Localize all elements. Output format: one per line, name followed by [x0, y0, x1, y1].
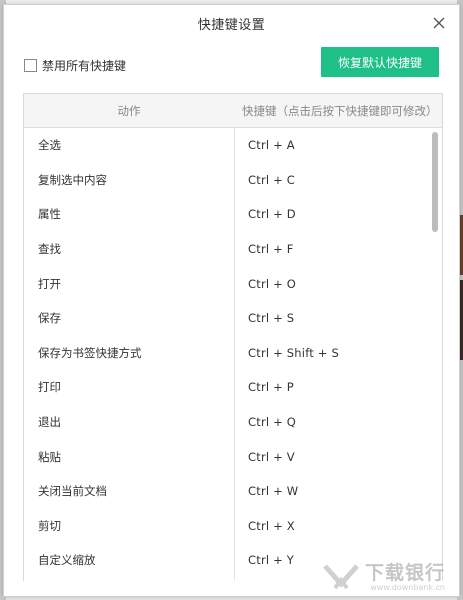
table-row: 保存为书签快捷方式 Ctrl + Shift + S [24, 336, 442, 371]
shortcut-table: 动作 快捷键（点击后按下快捷键即可修改） 全选 Ctrl + A 复制选中内容 … [23, 93, 443, 581]
shortcut-cell[interactable]: Ctrl + Shift + S [234, 346, 442, 360]
watermark-text-en: www.downbank.cn [370, 582, 445, 592]
table-header: 动作 快捷键（点击后按下快捷键即可修改） [24, 94, 442, 128]
action-cell: 复制选中内容 [38, 172, 107, 187]
disable-all-shortcuts-toggle[interactable]: 禁用所有快捷键 [24, 57, 126, 74]
action-cell: 退出 [38, 415, 61, 430]
table-row: 剪切 Ctrl + X [24, 509, 442, 544]
shortcut-cell[interactable]: Ctrl + O [234, 277, 442, 291]
shortcut-cell[interactable]: Ctrl + C [234, 173, 442, 187]
action-cell: 属性 [38, 207, 61, 222]
watermark: 下载银行 www.downbank.cn [321, 562, 445, 592]
shortcut-cell[interactable]: Ctrl + W [234, 484, 442, 498]
header-shortcut: 快捷键（点击后按下快捷键即可修改） [242, 103, 438, 118]
shortcut-cell[interactable]: Ctrl + F [234, 242, 442, 256]
shortcut-cell[interactable]: Ctrl + A [234, 138, 442, 152]
shortcut-cell[interactable]: Ctrl + Q [234, 415, 442, 429]
table-row: 关闭当前文档 Ctrl + W [24, 474, 442, 509]
action-cell: 剪切 [38, 518, 61, 533]
dialog-titlebar: 快捷键设置 [4, 5, 459, 41]
action-cell: 自定义缩放 [38, 553, 96, 568]
table-row: 退出 Ctrl + Q [24, 405, 442, 440]
header-action: 动作 [117, 103, 141, 118]
table-scrollbar[interactable] [432, 132, 438, 232]
shortcut-cell[interactable]: Ctrl + V [234, 450, 442, 464]
shortcut-cell[interactable]: Ctrl + D [234, 207, 442, 221]
shortcut-cell[interactable]: Ctrl + S [234, 311, 442, 325]
disable-all-checkbox[interactable] [24, 59, 37, 72]
disable-all-label: 禁用所有快捷键 [42, 59, 127, 73]
shortcut-cell[interactable]: Ctrl + X [234, 519, 442, 533]
table-row: 保存 Ctrl + S [24, 301, 442, 336]
table-row: 打开 Ctrl + O [24, 266, 442, 301]
action-cell: 关闭当前文档 [38, 484, 107, 499]
shortcut-cell[interactable]: Ctrl + P [234, 380, 442, 394]
shortcut-settings-dialog: 快捷键设置 禁用所有快捷键 恢复默认快捷键 动作 快捷键（点击后按下快捷键即可修… [3, 4, 460, 597]
action-cell: 查找 [38, 242, 61, 257]
close-icon [433, 17, 445, 29]
table-row: 属性 Ctrl + D [24, 197, 442, 232]
dialog-title: 快捷键设置 [197, 17, 266, 33]
action-cell: 全选 [38, 138, 61, 153]
table-row: 粘贴 Ctrl + V [24, 439, 442, 474]
close-button[interactable] [429, 13, 449, 33]
action-cell: 保存 [38, 311, 61, 326]
table-row: 全选 Ctrl + A [24, 128, 442, 163]
action-cell: 保存为书签快捷方式 [38, 345, 142, 360]
restore-defaults-button[interactable]: 恢复默认快捷键 [321, 47, 439, 77]
table-row: 打印 Ctrl + P [24, 370, 442, 405]
dialog-toolbar: 禁用所有快捷键 恢复默认快捷键 [4, 47, 459, 87]
watermark-text-cn: 下载银行 [364, 561, 445, 584]
action-cell: 粘贴 [38, 449, 61, 464]
action-cell: 打印 [38, 380, 61, 395]
table-body: 全选 Ctrl + A 复制选中内容 Ctrl + C 属性 Ctrl + D … [24, 128, 442, 581]
table-row: 复制选中内容 Ctrl + C [24, 163, 442, 198]
action-cell: 打开 [38, 276, 61, 291]
column-divider [234, 128, 235, 581]
table-row: 查找 Ctrl + F [24, 232, 442, 267]
downbank-logo-icon [323, 564, 359, 590]
